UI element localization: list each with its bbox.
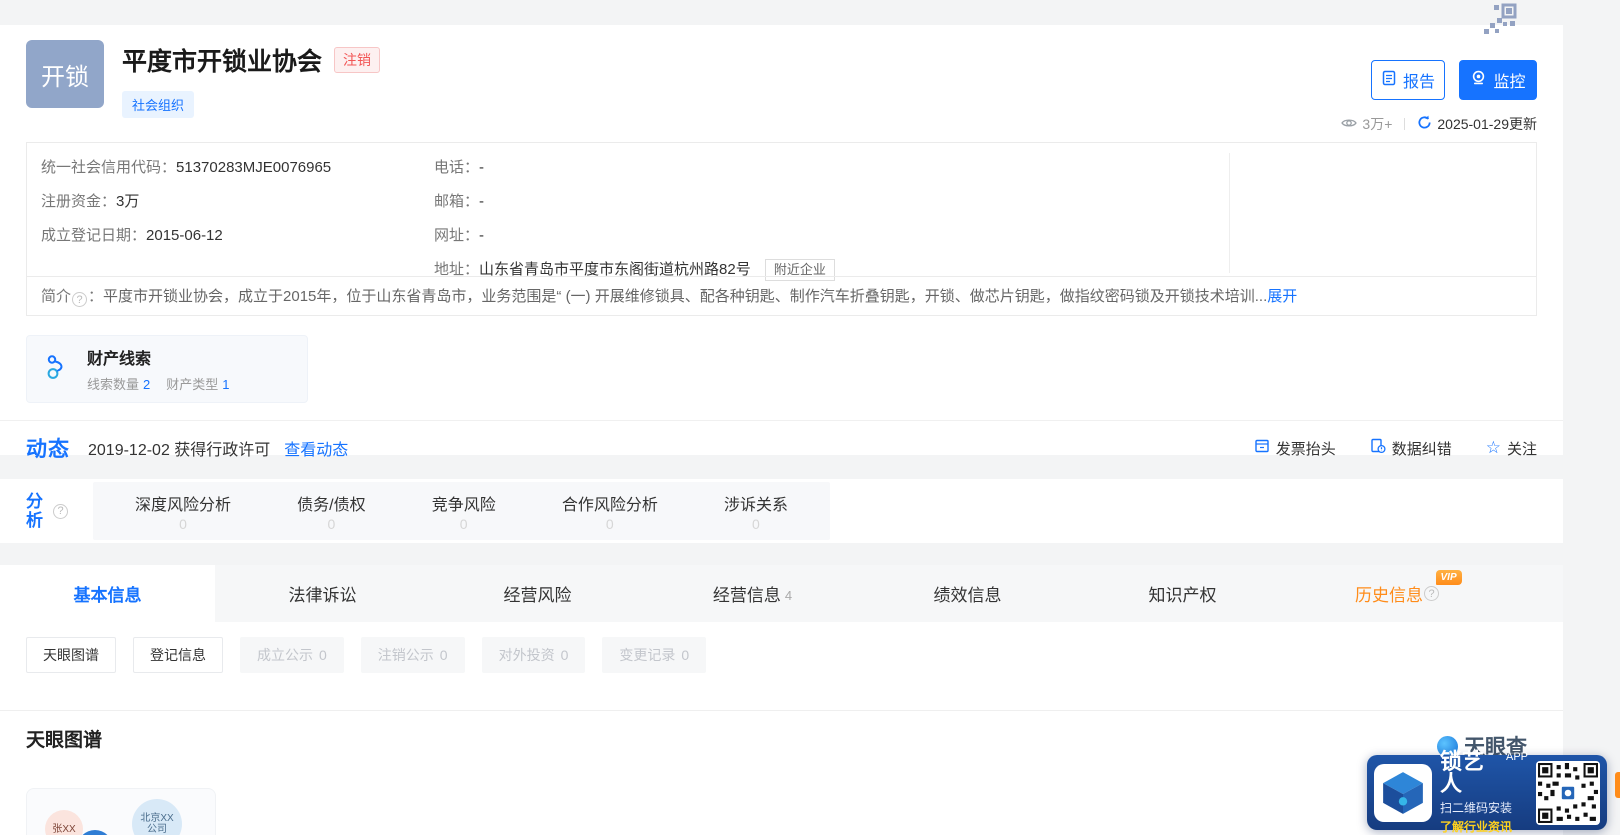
clue-link-icon [43, 352, 73, 387]
status-badge: 注销 [334, 47, 381, 73]
follow-action[interactable]: ☆ 关注 [1486, 438, 1537, 459]
subtab-tianyan-graph[interactable]: 天眼图谱 [26, 637, 116, 673]
graph-node-company[interactable]: 北京XX公司 [132, 799, 182, 835]
clue-count-value[interactable]: 2 [143, 377, 150, 392]
app-logo [1374, 763, 1432, 822]
tab-performance-info[interactable]: 绩效信息 [860, 565, 1075, 622]
news-latest-text: 2019-12-02 获得行政许可 [88, 442, 271, 459]
company-info-box: 统一社会信用代码：51370283MJE0076965 注册资金：3万 成立登记… [26, 142, 1537, 316]
history-help-icon[interactable]: ? [1424, 586, 1439, 601]
meta-divider [1404, 118, 1406, 130]
view-news-link[interactable]: 查看动态 [284, 436, 348, 460]
news-row: 动态 2019-12-02 获得行政许可 查看动态 发票抬头 数据纠错 ☆ 关注 [0, 420, 1563, 475]
intro-label: 简介 [41, 287, 72, 305]
analysis-section: 分析 ? 深度风险分析 0 债务/债权 0 竞争风险 0 合作风险分析 0 涉诉… [0, 479, 1563, 543]
app-install-hint: 扫二维码安装 [1440, 800, 1513, 815]
app-info-hint: 了解行业资讯 [1440, 819, 1513, 834]
info-field-email: 邮箱：- [434, 193, 485, 210]
analysis-item-competition-risk[interactable]: 竞争风险 0 [432, 491, 496, 532]
analysis-items-box: 深度风险分析 0 债务/债权 0 竞争风险 0 合作风险分析 0 涉诉关系 0 [93, 482, 830, 540]
org-type-tag[interactable]: 社会组织 [122, 91, 195, 118]
analysis-item-debt[interactable]: 债务/债权 0 [297, 491, 365, 532]
view-count-value: 3万+ [1362, 116, 1393, 132]
graph-section-title: 天眼图谱 [26, 730, 103, 751]
analysis-logo: 分析 [26, 492, 43, 530]
subtab-outbound-investment: 对外投资 0 [481, 637, 586, 673]
data-correction-icon [1370, 438, 1386, 458]
analysis-item-cooperation-risk[interactable]: 合作风险分析 0 [562, 491, 658, 532]
main-tabs-section: 基本信息 法律诉讼 经营风险 经营信息 4 绩效信息 知识产权 历史信息 ? V… [0, 565, 1563, 711]
report-button-label: 报告 [1402, 74, 1435, 91]
property-clue-card[interactable]: 财产线索 线索数量 2 财产类型 1 [26, 335, 308, 403]
info-field-credit-code: 统一社会信用代码：51370283MJE0076965 [41, 159, 332, 176]
intro-text: 平度市开锁业协会，成立于2015年，位于山东省青岛市，业务范围是“ (一) 开展… [103, 287, 1268, 305]
company-intro: 简介? ：平度市开锁业协会，成立于2015年，位于山东省青岛市，业务范围是“ (一… [27, 275, 1536, 316]
vip-badge: VIP [1435, 570, 1462, 585]
app-name: 锁艺人 [1440, 748, 1485, 796]
analysis-item-litigation[interactable]: 涉诉关系 0 [724, 491, 788, 532]
side-float-button-fragment[interactable] [1615, 772, 1620, 798]
report-button[interactable]: 报告 [1371, 60, 1445, 100]
monitor-button[interactable]: 监控 [1459, 60, 1537, 100]
company-header-section: 开锁 平度市开锁业协会 注销 社会组织 报告 监控 3万+ 2025-01-29… [0, 25, 1563, 461]
clue-card-title: 财产线索 [87, 351, 152, 368]
update-info: 2025-01-29更新 [1417, 114, 1537, 134]
cube-logo-icon [1383, 771, 1423, 814]
sub-tab-row: 天眼图谱 登记信息 成立公示 0 注销公示 0 对外投资 0 变更记录 0 [0, 622, 1563, 710]
report-icon [1381, 70, 1397, 91]
property-type-stat: 财产类型 1 [166, 377, 230, 392]
monitor-button-label: 监控 [1493, 74, 1526, 91]
subtab-registration-info[interactable]: 登记信息 [133, 637, 223, 673]
subtab-cancel-notice: 注销公示 0 [360, 637, 465, 673]
info-field-establish-date: 成立登记日期：2015-06-12 [41, 227, 223, 244]
invoice-icon [1254, 438, 1270, 458]
app-qr-code[interactable] [1536, 760, 1600, 825]
view-counter: 3万+ [1341, 114, 1392, 134]
tianyan-graph-section: 天眼图谱 张XX 北京XX公司 [0, 711, 1563, 835]
app-platform-label: APP [1505, 750, 1528, 763]
tab-legal-litigation[interactable]: 法律诉讼 [215, 565, 430, 622]
invoice-title-action[interactable]: 发票抬头 [1254, 438, 1336, 459]
analysis-item-deep-risk[interactable]: 深度风险分析 0 [135, 491, 231, 532]
corner-qr-fragment[interactable] [1470, 2, 1520, 45]
page-title: 平度市开锁业协会 [122, 48, 323, 76]
property-type-value[interactable]: 1 [222, 377, 229, 392]
info-field-website: 网址：- [434, 227, 485, 244]
tab-business-info-count: 4 [784, 587, 793, 603]
analysis-help-icon[interactable]: ? [53, 503, 68, 519]
clue-count-stat: 线索数量 2 [87, 377, 151, 392]
expand-intro-link[interactable]: 展开 [1267, 288, 1297, 305]
tab-operation-risk[interactable]: 经营风险 [430, 565, 645, 622]
app-promo-banner[interactable]: 锁艺人 APP 扫二维码安装 了解行业资讯 [1367, 750, 1607, 834]
graph-node-person[interactable]: 张XX [45, 810, 83, 835]
gray-gap [0, 543, 1620, 565]
update-date-text: 2025-01-29更新 [1437, 116, 1537, 132]
news-logo: 动态 [26, 438, 70, 461]
webcam-icon [1470, 69, 1487, 91]
company-logo-text: 开锁 [41, 63, 89, 91]
tab-basic-info[interactable]: 基本信息 [0, 565, 215, 622]
company-logo: 开锁 [26, 40, 104, 108]
subtab-change-records: 变更记录 0 [602, 637, 707, 673]
refresh-icon [1417, 115, 1432, 133]
info-column-divider [1229, 153, 1230, 273]
data-correction-action[interactable]: 数据纠错 [1370, 438, 1452, 459]
info-field-registered-capital: 注册资金：3万 [41, 193, 140, 210]
main-tab-bar: 基本信息 法律诉讼 经营风险 经营信息 4 绩效信息 知识产权 历史信息 ? V… [0, 565, 1563, 622]
info-field-phone: 电话：- [434, 159, 485, 176]
top-gray-strip [0, 0, 1620, 25]
graph-preview-card[interactable]: 张XX 北京XX公司 [26, 788, 216, 835]
subtab-establish-notice: 成立公示 0 [240, 637, 344, 673]
tab-business-info[interactable]: 经营信息 4 [645, 565, 860, 622]
star-icon: ☆ [1485, 438, 1501, 457]
tab-history-info[interactable]: 历史信息 ? VIP [1290, 565, 1505, 622]
intro-help-icon[interactable]: ? [72, 292, 88, 307]
eye-icon [1341, 116, 1358, 132]
tab-intellectual-property[interactable]: 知识产权 [1075, 565, 1290, 622]
